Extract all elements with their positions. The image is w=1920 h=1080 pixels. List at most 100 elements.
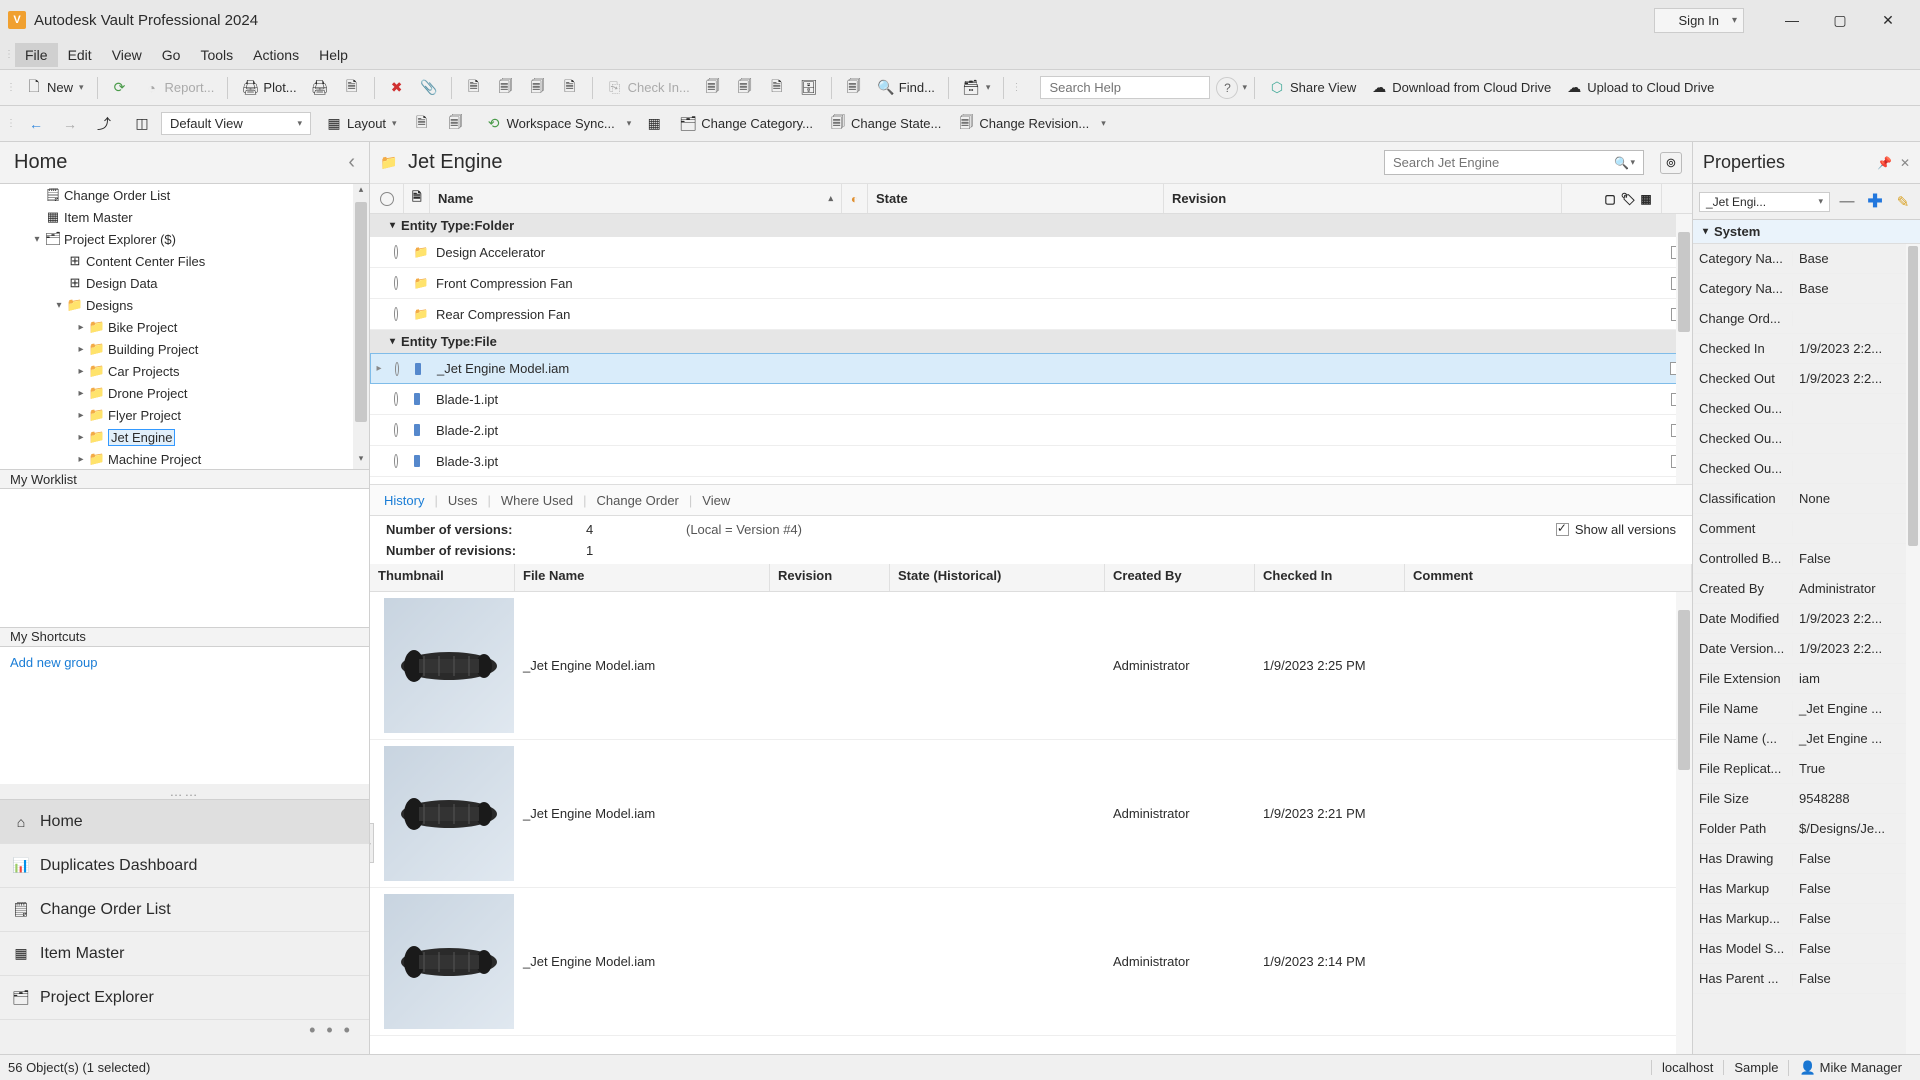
- pin-icon[interactable]: 📌: [1877, 156, 1892, 170]
- delete-button[interactable]: ✖: [382, 76, 412, 100]
- property-row[interactable]: File Extensioniam: [1693, 664, 1920, 694]
- forward-button[interactable]: →: [55, 112, 85, 136]
- upload-cloud-button[interactable]: ☁Upload to Cloud Drive: [1559, 76, 1720, 100]
- search-help-input[interactable]: [1040, 76, 1210, 99]
- props-selector[interactable]: _Jet Engi...▾: [1699, 192, 1830, 212]
- nav-itemmaster[interactable]: ▦Item Master: [0, 932, 369, 976]
- tree-item[interactable]: ▸📁Jet Engine: [0, 426, 369, 448]
- hcol-state[interactable]: State (Historical): [890, 564, 1105, 591]
- remove-prop-button[interactable]: —: [1836, 191, 1858, 213]
- property-row[interactable]: Created ByAdministrator: [1693, 574, 1920, 604]
- scrollbar-track[interactable]: [1676, 214, 1692, 484]
- menu-help[interactable]: Help: [309, 43, 358, 67]
- change-revision-button[interactable]: 🗐Change Revision...: [951, 112, 1095, 136]
- props-group-system[interactable]: ▾System: [1693, 220, 1920, 244]
- grid-row[interactable]: Blade-1.ipt: [370, 384, 1692, 415]
- col-name[interactable]: Name▴: [430, 184, 842, 213]
- scrollbar-track[interactable]: [1676, 592, 1692, 1054]
- expand-icon[interactable]: ▸: [74, 366, 88, 377]
- expand-icon[interactable]: ▾: [52, 300, 66, 311]
- menu-go[interactable]: Go: [152, 43, 191, 67]
- circle-icon[interactable]: [394, 392, 398, 406]
- scrollbar-track[interactable]: [1906, 244, 1920, 1054]
- tool-e-button[interactable]: 🗐: [698, 76, 728, 100]
- grid-row[interactable]: 📁Rear Compression Fan: [370, 299, 1692, 330]
- property-row[interactable]: Checked Ou...: [1693, 454, 1920, 484]
- hcol-createdby[interactable]: Created By: [1105, 564, 1255, 591]
- hcol-comment[interactable]: Comment: [1405, 564, 1692, 591]
- menu-actions[interactable]: Actions: [243, 43, 309, 67]
- tab-view[interactable]: View: [700, 489, 732, 512]
- property-row[interactable]: File Name (..._Jet Engine ...: [1693, 724, 1920, 754]
- panel-toggle-button[interactable]: ◫: [127, 112, 157, 136]
- new-button[interactable]: 🗋New▾: [19, 76, 90, 100]
- close-icon[interactable]: ✕: [1900, 156, 1910, 170]
- circle-icon[interactable]: [394, 276, 398, 290]
- folder-search[interactable]: 🔍 ▾: [1384, 150, 1644, 175]
- checkbox-icon[interactable]: [1556, 523, 1569, 536]
- expand-icon[interactable]: ▸: [74, 454, 88, 465]
- expand-icon[interactable]: ▸: [74, 322, 88, 333]
- property-row[interactable]: File Replicat...True: [1693, 754, 1920, 784]
- up-button[interactable]: ⤴: [89, 112, 119, 136]
- grid-row[interactable]: Blade-2.ipt: [370, 415, 1692, 446]
- nav-home[interactable]: ⌂Home: [0, 800, 369, 844]
- change-state-button[interactable]: 🗐Change State...: [823, 112, 947, 136]
- property-row[interactable]: Checked Ou...: [1693, 394, 1920, 424]
- property-row[interactable]: Has Parent ...False: [1693, 964, 1920, 994]
- signin-button[interactable]: Sign In: [1654, 8, 1744, 33]
- hcol-revision[interactable]: Revision: [770, 564, 890, 591]
- splitter-handle[interactable]: ▸: [370, 823, 374, 863]
- dropdown-icon[interactable]: ▾: [1242, 82, 1247, 93]
- property-row[interactable]: Folder Path$/Designs/Je...: [1693, 814, 1920, 844]
- tree-item[interactable]: ▸📁Bike Project: [0, 316, 369, 338]
- tab-uses[interactable]: Uses: [446, 489, 480, 512]
- menu-view[interactable]: View: [102, 43, 152, 67]
- tab-changeorder[interactable]: Change Order: [595, 489, 681, 512]
- col-revision[interactable]: Revision: [1164, 184, 1562, 213]
- property-row[interactable]: Date Version...1/9/2023 2:2...: [1693, 634, 1920, 664]
- tree-item[interactable]: ▸📁Flyer Project: [0, 404, 369, 426]
- hcol-checkedin[interactable]: Checked In: [1255, 564, 1405, 591]
- scrollbar-thumb[interactable]: [1678, 610, 1690, 770]
- print-button[interactable]: 🖨: [305, 76, 335, 100]
- resize-dots-icon[interactable]: ……: [0, 784, 369, 799]
- share-view-button[interactable]: ⬡Share View: [1262, 76, 1362, 100]
- tag-icon[interactable]: 🏷: [1621, 192, 1635, 206]
- shortcuts-header[interactable]: My Shortcuts: [0, 627, 369, 647]
- property-row[interactable]: Comment: [1693, 514, 1920, 544]
- maximize-button[interactable]: ▢: [1816, 0, 1864, 40]
- circle-icon[interactable]: [394, 307, 398, 321]
- expand-icon[interactable]: ▸: [74, 410, 88, 421]
- group-header[interactable]: ▾Entity Type:File: [370, 330, 1692, 353]
- tool-k-button[interactable]: 🗎: [407, 112, 437, 136]
- close-button[interactable]: ✕: [1864, 0, 1912, 40]
- property-row[interactable]: Checked In1/9/2023 2:2...: [1693, 334, 1920, 364]
- menu-edit[interactable]: Edit: [58, 43, 102, 67]
- dropdown-icon[interactable]: ▾: [1101, 118, 1106, 129]
- property-row[interactable]: File Size9548288: [1693, 784, 1920, 814]
- tool-h-button[interactable]: 🗄: [794, 76, 824, 100]
- report-button[interactable]: ◔Report...: [137, 76, 221, 100]
- grid-icon[interactable]: ▦: [1639, 192, 1653, 206]
- expand-icon[interactable]: ▾: [30, 234, 44, 245]
- col-state[interactable]: State: [868, 184, 1164, 213]
- tree-item[interactable]: ▦Item Master: [0, 206, 369, 228]
- print-preview-button[interactable]: 🗎: [337, 76, 367, 100]
- expand-icon[interactable]: ▸: [74, 344, 88, 355]
- nav-duplicates[interactable]: 📊Duplicates Dashboard: [0, 844, 369, 888]
- view-select[interactable]: Default View▾: [161, 112, 311, 135]
- scrollbar-track[interactable]: ▴ ▾: [353, 184, 369, 469]
- property-row[interactable]: Checked Out1/9/2023 2:2...: [1693, 364, 1920, 394]
- scroll-down-button[interactable]: ▾: [353, 453, 369, 469]
- circle-icon[interactable]: [395, 362, 399, 376]
- tree-item[interactable]: ▸📁Car Projects: [0, 360, 369, 382]
- hcol-filename[interactable]: File Name: [515, 564, 770, 591]
- add-group-link[interactable]: Add new group: [0, 647, 369, 678]
- tool-l-button[interactable]: 🗐: [441, 112, 471, 136]
- tool-f-button[interactable]: 🗐: [730, 76, 760, 100]
- property-row[interactable]: Has MarkupFalse: [1693, 874, 1920, 904]
- expand-icon[interactable]: ▸: [74, 432, 88, 443]
- tree-item[interactable]: ▾📁Designs: [0, 294, 369, 316]
- property-row[interactable]: Controlled B...False: [1693, 544, 1920, 574]
